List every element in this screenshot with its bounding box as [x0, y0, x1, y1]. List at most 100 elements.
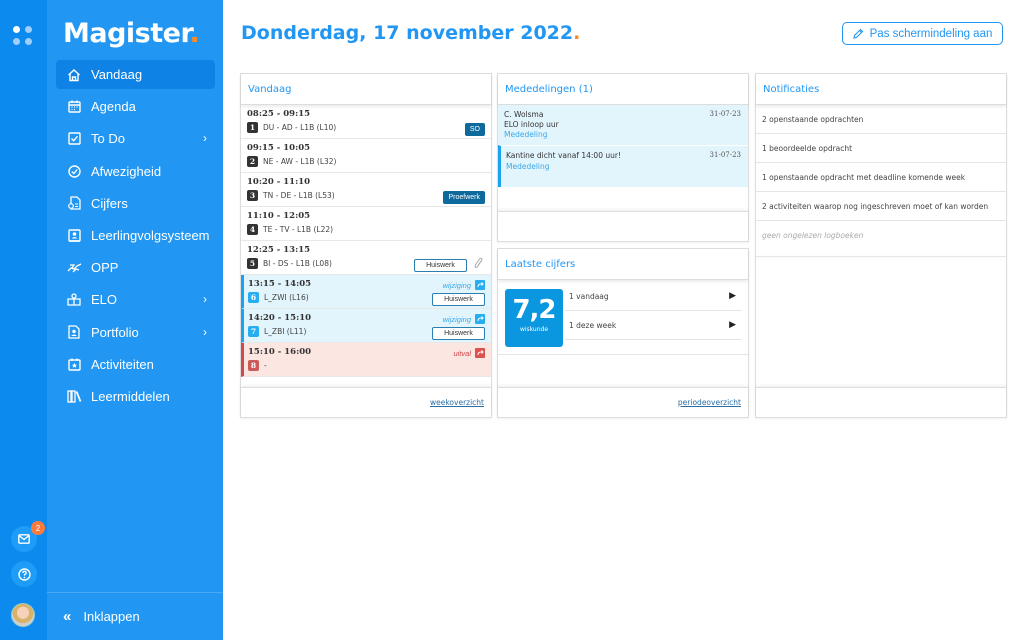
lesson-hour: 4 — [247, 224, 258, 235]
divider — [498, 354, 748, 355]
portfolio-icon — [66, 324, 82, 340]
change-status: wijziging — [443, 280, 485, 290]
nav-item-agenda[interactable]: Agenda — [56, 92, 215, 121]
notification-item[interactable]: 2 openstaande opdrachten — [756, 105, 1006, 134]
calendar-icon — [66, 99, 82, 115]
announcements-widget: Mededelingen (1) C. Wolsma ELO inloop uu… — [497, 73, 749, 242]
lesson-hour: 5 — [247, 258, 258, 269]
lesson-list: 08:25 - 09:15 1 DU - AD - L1B (L10) SO 09… — [241, 105, 491, 377]
messages-count-badge: 2 — [31, 521, 45, 535]
app-switcher-icon[interactable] — [13, 26, 33, 46]
announcement-item-unread[interactable]: Kantine dicht vanaf 14:00 uur! Mededelin… — [498, 145, 748, 187]
sidebar: Magister. Vandaag Agenda To Do › Afwezig… — [47, 0, 223, 640]
notifications-widget-footer — [756, 387, 1006, 417]
lesson-hour: 2 — [247, 156, 258, 167]
homework-button[interactable]: Huiswerk — [414, 259, 467, 272]
page-title: Donderdag, 17 november 2022. — [241, 22, 581, 44]
nav-item-opp[interactable]: OPP — [56, 253, 215, 282]
lesson-row[interactable]: 12:25 - 13:15 5 BI - DS - L1B (L08) Huisw… — [241, 241, 491, 275]
elo-icon — [66, 292, 82, 308]
lesson-row-changed[interactable]: 13:15 - 14:05 6 L_ZWI (L16) wijziging Hui… — [241, 275, 491, 309]
announcements-widget-footer — [498, 211, 748, 241]
collapse-sidebar-button[interactable]: « Inklappen — [63, 608, 140, 625]
nav-item-portfolio[interactable]: Portfolio › — [56, 318, 215, 347]
nav-item-afwezigheid[interactable]: Afwezigheid — [56, 157, 215, 186]
grade-value: 7,2 — [512, 295, 556, 325]
activity-calendar-icon — [66, 356, 82, 372]
books-icon — [66, 388, 82, 404]
change-icon — [475, 314, 485, 324]
divider — [756, 256, 1006, 257]
brand-logo: Magister. — [63, 18, 200, 49]
lesson-row[interactable]: 08:25 - 09:15 1 DU - AD - L1B (L10) SO — [241, 105, 491, 139]
grade-subject: wiskunde — [519, 326, 549, 333]
user-avatar[interactable] — [11, 603, 35, 627]
lesson-row-cancelled[interactable]: 15:10 - 16:00 8- uitval — [241, 343, 491, 377]
announcement-item[interactable]: C. Wolsma ELO inloop uur Mededeling 31-0… — [498, 105, 748, 145]
caret-right-icon: ▶ — [729, 291, 736, 301]
latest-grade-tile[interactable]: 7,2 wiskunde — [505, 289, 563, 347]
lesson-row[interactable]: 09:15 - 10:05 2 NE - AW - L1B (L32) — [241, 139, 491, 173]
pencil-icon — [852, 28, 863, 39]
customize-layout-button[interactable]: Pas schermindeling aan — [842, 22, 1003, 45]
nav-item-leerlingvolgsysteem[interactable]: Leerlingvolgsysteem — [56, 221, 215, 250]
nav-item-cijfers[interactable]: Cijfers — [56, 189, 215, 218]
notification-item[interactable]: 1 openstaande opdracht met deadline kome… — [756, 163, 1006, 192]
cancel-icon — [475, 348, 485, 358]
chevron-right-icon: › — [203, 131, 207, 146]
test-badge: Proefwerk — [443, 191, 485, 204]
notifications-widget: Notificaties 2 openstaande opdrachten 1 … — [755, 73, 1007, 418]
caret-right-icon: ▶ — [729, 320, 736, 330]
latest-grades-widget-title: Laatste cijfers — [498, 249, 748, 280]
change-icon — [475, 280, 485, 290]
grades-icon — [66, 195, 82, 211]
period-overview-link[interactable]: periodeoverzicht — [678, 398, 741, 407]
lesson-hour: 8 — [248, 360, 259, 371]
notification-item[interactable]: 1 beoordeelde opdracht — [756, 134, 1006, 163]
double-chevron-left-icon: « — [63, 608, 72, 625]
help-icon — [17, 567, 31, 581]
grade-summary-row[interactable]: 1 deze week ▶ — [565, 311, 742, 340]
lesson-row[interactable]: 11:10 - 12:05 4 TE - TV - L1B (L22) — [241, 207, 491, 241]
notification-item[interactable]: 2 activiteiten waarop nog ingeschreven m… — [756, 192, 1006, 221]
today-widget: Vandaag 08:25 - 09:15 1 DU - AD - L1B (L1… — [240, 73, 492, 418]
handshake-icon — [66, 260, 82, 276]
check-circle-icon — [66, 163, 82, 179]
homework-button[interactable]: Huiswerk — [432, 327, 485, 340]
nav-item-leermiddelen[interactable]: Leermiddelen — [56, 382, 215, 411]
student-record-icon — [66, 227, 82, 243]
app-rail: 2 — [0, 0, 47, 640]
today-widget-title: Vandaag — [241, 74, 491, 105]
lesson-hour: 3 — [247, 190, 258, 201]
nav-item-vandaag[interactable]: Vandaag — [56, 60, 215, 89]
lesson-hour: 7 — [248, 326, 259, 337]
today-widget-footer: weekoverzicht — [241, 387, 491, 417]
nav-item-activiteiten[interactable]: Activiteiten — [56, 350, 215, 379]
lesson-hour: 1 — [247, 122, 258, 133]
latest-grades-widget: Laatste cijfers 7,2 wiskunde 1 vandaag ▶… — [497, 248, 749, 418]
notification-empty-note: geen ongelezen logboeken — [762, 231, 864, 240]
notifications-widget-title: Notificaties — [756, 74, 1006, 105]
lesson-hour: 6 — [248, 292, 259, 303]
home-icon — [66, 67, 82, 83]
main-nav: Vandaag Agenda To Do › Afwezigheid Cijfe… — [56, 60, 215, 414]
sidebar-divider — [47, 592, 223, 593]
nav-item-todo[interactable]: To Do › — [56, 124, 215, 153]
chevron-right-icon: › — [203, 292, 207, 307]
grade-summary-row[interactable]: 1 vandaag ▶ — [565, 282, 742, 311]
chevron-right-icon: › — [203, 324, 207, 339]
envelope-icon — [18, 534, 30, 544]
latest-grades-widget-footer: periodeoverzicht — [498, 387, 748, 417]
lesson-row-changed[interactable]: 14:20 - 15:10 7 L_ZBI (L11) wijziging Hui… — [241, 309, 491, 343]
test-badge: SO — [464, 123, 485, 136]
help-button[interactable] — [11, 561, 37, 587]
paperclip-icon[interactable] — [474, 257, 483, 273]
nav-item-elo[interactable]: ELO › — [56, 285, 215, 314]
announcements-widget-title: Mededelingen (1) — [498, 74, 748, 105]
homework-button[interactable]: Huiswerk — [432, 293, 485, 306]
lesson-row[interactable]: 10:20 - 11:10 3 TN - DE - L1B (L53) Proef… — [241, 173, 491, 207]
checkbox-icon — [66, 131, 82, 147]
week-overview-link[interactable]: weekoverzicht — [430, 398, 484, 407]
change-status: wijziging — [443, 314, 485, 324]
cancel-status: uitval — [453, 348, 485, 358]
